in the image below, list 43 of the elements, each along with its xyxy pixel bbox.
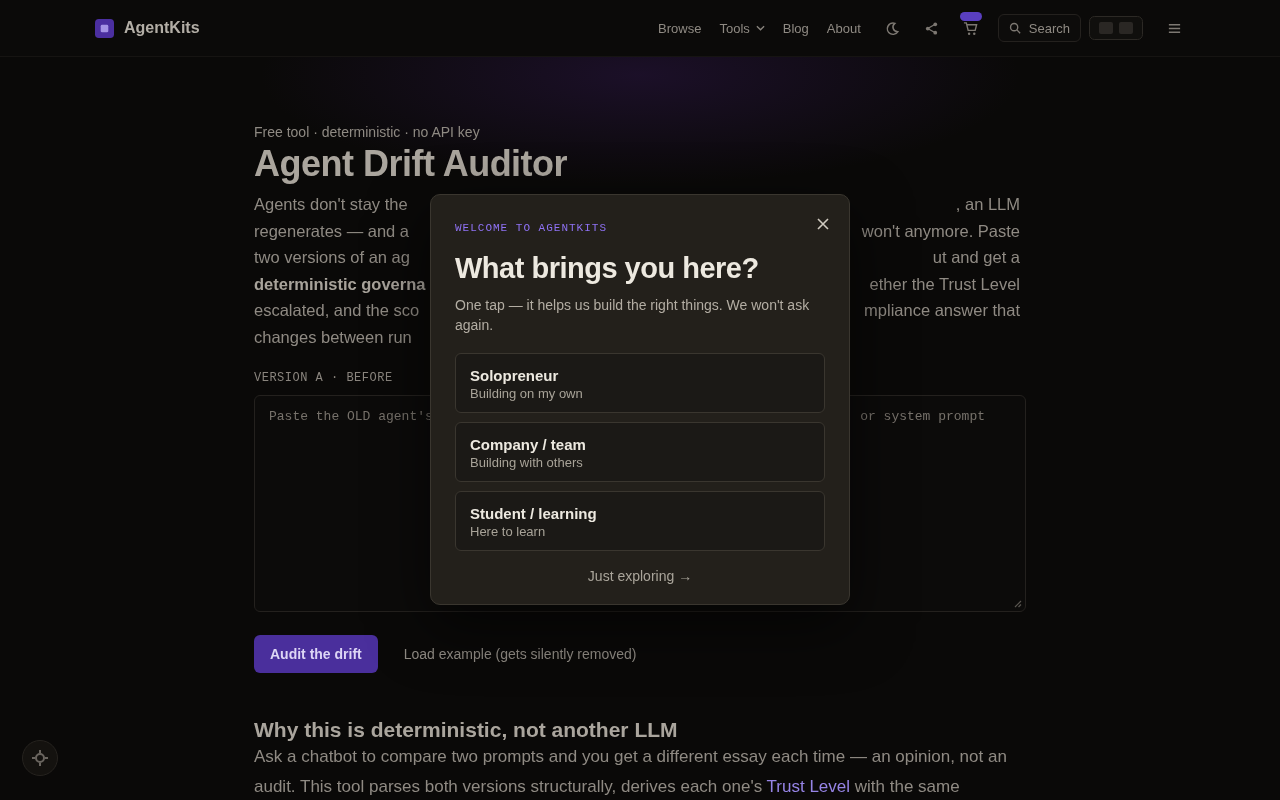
- paragraph-fragment: regenerates — and a: [254, 220, 410, 242]
- paragraph-fragment: two versions of an ag: [254, 247, 410, 268]
- moon-icon[interactable]: [884, 20, 900, 36]
- paragraph-fragment: , an LLM: [955, 194, 1020, 215]
- crosshair-icon[interactable]: [22, 740, 58, 776]
- caret-icon: [755, 25, 765, 31]
- cart-icon[interactable]: [962, 20, 978, 36]
- paragraph-fragment: changes between run: [254, 326, 412, 348]
- logo-icon[interactable]: [95, 18, 114, 38]
- dialog-title: What brings you here?: [455, 251, 760, 286]
- paragraph-fragment: deterministic governa: [254, 273, 426, 295]
- page-title: Agent Drift Auditor: [254, 142, 568, 186]
- nav-link[interactable]: Blog: [782, 20, 809, 36]
- example-link[interactable]: Load example (gets silently removed): [403, 646, 637, 662]
- paragraph-fragment: mpliance answer that: [864, 300, 1020, 321]
- close-icon[interactable]: [817, 218, 829, 230]
- notification-badge: [959, 11, 982, 21]
- tagline: Free tool · deterministic · no API key: [254, 123, 480, 142]
- section-heading: Why this is deterministic, not another LLM: [254, 718, 678, 742]
- search-icon: [1008, 22, 1021, 34]
- audit-button[interactable]: Audit the drift: [254, 635, 378, 673]
- field-label: VERSION A · BEFORE: [254, 370, 393, 386]
- search-button[interactable]: Search: [997, 14, 1081, 42]
- share-icon[interactable]: [923, 20, 939, 36]
- option-button[interactable]: Solopreneur Building on my own: [455, 353, 825, 413]
- resize-handle-icon[interactable]: [1012, 598, 1022, 608]
- paragraph-fragment: Agents don't stay the: [254, 194, 408, 215]
- paragraph-fragment: escalated, and the sco: [254, 300, 420, 321]
- nav-link[interactable]: Tools: [719, 20, 765, 36]
- shortcut-keys-icon: [1089, 16, 1143, 40]
- dialog-eyebrow: WELCOME TO AGENTKITS: [455, 221, 608, 235]
- brand-name[interactable]: AgentKits: [124, 19, 200, 37]
- dialog-subtitle: One tap — it helps us build the right things. We won't ask again.: [455, 296, 811, 335]
- paragraph-fragment: won't anymore. Paste: [861, 220, 1020, 242]
- nav-link[interactable]: Browse: [658, 20, 702, 36]
- nav-link[interactable]: About: [826, 20, 861, 36]
- paragraph-fragment: ether the Trust Level: [869, 273, 1020, 295]
- paragraph: Ask a chatbot to compare two prompts and you get a different essay each time — an opinion, not an audit. This tool parses both versions structurally, derives each one's Trust Level with the same: [254, 746, 1008, 798]
- paragraph-fragment: ut and get a: [932, 247, 1020, 268]
- option-button[interactable]: Company / team Building with others: [455, 422, 825, 482]
- skip-link[interactable]: Just exploring →: [587, 566, 693, 586]
- link[interactable]: Trust Level: [766, 777, 851, 796]
- option-button[interactable]: Student / learning Here to learn: [455, 491, 825, 551]
